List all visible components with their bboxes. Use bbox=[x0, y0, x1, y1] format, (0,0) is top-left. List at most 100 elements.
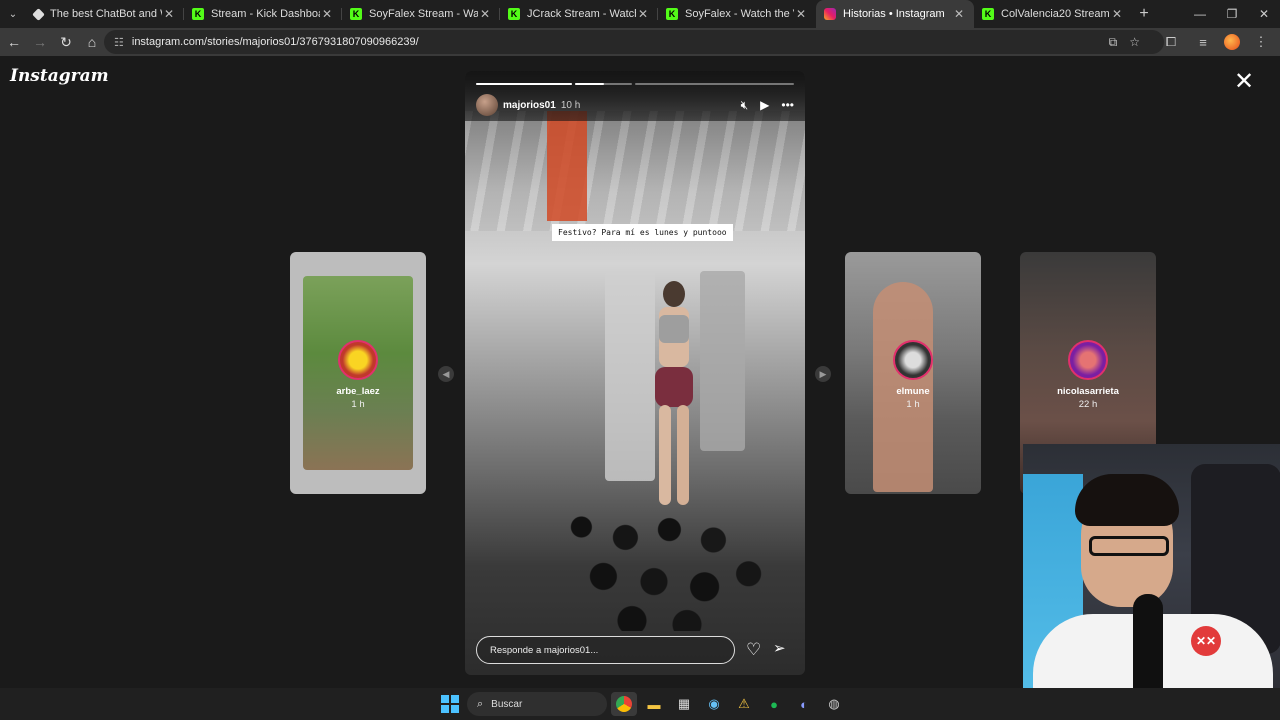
spotify-icon[interactable]: ● bbox=[761, 692, 787, 716]
next-story-icon[interactable]: ▶ bbox=[815, 366, 831, 382]
kick-icon: K bbox=[982, 8, 994, 20]
install-app-icon[interactable]: ⧉ bbox=[1109, 35, 1118, 50]
profile-avatar[interactable] bbox=[1224, 34, 1240, 50]
tab-4[interactable]: K SoyFalex - Watch the VOD on K ✕ bbox=[658, 0, 816, 28]
avatar bbox=[338, 340, 378, 380]
story-image-detail bbox=[700, 271, 745, 451]
side-story-username: nicolasarrieta bbox=[1057, 386, 1119, 397]
discord-icon[interactable]: ◐ bbox=[791, 692, 817, 716]
omnibox-actions: ⧉ ☆ bbox=[1109, 30, 1140, 54]
story-username[interactable]: majorios01 bbox=[503, 100, 556, 111]
close-tab-icon[interactable]: ✕ bbox=[636, 7, 650, 21]
steam-icon[interactable]: ◉ bbox=[701, 692, 727, 716]
toolbar: ← → ↻ ⌂ ☷ instagram.com/stories/majorios… bbox=[0, 28, 1280, 56]
story-progress-fill bbox=[575, 83, 604, 85]
play-icon[interactable]: ▶ bbox=[760, 98, 769, 112]
menu-icon[interactable]: ⋮ bbox=[1250, 34, 1272, 50]
reply-input[interactable]: Responde a majorios01... bbox=[476, 636, 735, 664]
tab-5-active[interactable]: Historias • Instagram ✕ bbox=[816, 0, 974, 28]
tab-title: The best ChatBot and Widgets bbox=[50, 8, 162, 20]
search-icon: ⌕ bbox=[477, 697, 484, 710]
kick-icon: K bbox=[666, 8, 678, 20]
more-options-icon[interactable]: ••• bbox=[781, 98, 794, 112]
taskbar: ⌕ Buscar ▬ ▦ ◉ ⚠ ● ◐ ◍ bbox=[0, 688, 1280, 720]
side-story-arbe-laez[interactable]: arbe_laez 1 h bbox=[290, 252, 426, 494]
story-image-person bbox=[645, 281, 705, 511]
site-info-icon[interactable]: ☷ bbox=[114, 36, 124, 49]
close-tab-icon[interactable]: ✕ bbox=[794, 7, 808, 21]
avatar bbox=[893, 340, 933, 380]
tab-title: JCrack Stream - Watch Live on bbox=[527, 8, 636, 20]
mute-icon[interactable]: 🔇︎ bbox=[741, 98, 749, 113]
story-progress-fill bbox=[476, 83, 572, 85]
tab-title: Historias • Instagram bbox=[843, 8, 945, 20]
story-progress-segment bbox=[635, 83, 794, 85]
toolbar-right: ⧠ ≡ ⋮ bbox=[1160, 30, 1272, 54]
shirt-logo-icon: ✕✕ bbox=[1191, 626, 1221, 656]
minimize-icon[interactable]: — bbox=[1184, 0, 1216, 28]
chrome-icon[interactable] bbox=[611, 692, 637, 716]
file-explorer-icon[interactable]: ▬ bbox=[641, 692, 667, 716]
extensions-icon[interactable]: ⧠ bbox=[1160, 34, 1182, 50]
window-controls: — ❐ ✕ bbox=[1184, 0, 1280, 28]
reload-icon[interactable]: ↻ bbox=[54, 30, 78, 54]
taskbar-search-label: Buscar bbox=[491, 698, 523, 710]
story-progress-segment bbox=[476, 83, 572, 85]
send-icon[interactable]: ➢ bbox=[773, 639, 786, 657]
side-story-elmune[interactable]: elmune 1 h bbox=[845, 252, 981, 494]
tab-0[interactable]: The best ChatBot and Widgets ✕ bbox=[26, 0, 184, 28]
webcam-overlay: ✕✕ bbox=[1023, 444, 1280, 720]
taskbar-center: ⌕ Buscar ▬ ▦ ◉ ⚠ ● ◐ ◍ bbox=[437, 692, 847, 716]
side-story-username: arbe_laez bbox=[336, 386, 380, 397]
avatar bbox=[1068, 340, 1108, 380]
heart-icon[interactable]: ♡ bbox=[746, 640, 761, 660]
app-icon[interactable]: ◍ bbox=[821, 692, 847, 716]
side-story-time: 1 h bbox=[906, 399, 920, 410]
tab-title: ColValencia20 Stream - Watch bbox=[1001, 8, 1110, 20]
story-header: majorios01 10 h 🔇︎ ▶ ••• bbox=[476, 94, 794, 116]
restore-icon[interactable]: ❐ bbox=[1216, 0, 1248, 28]
media-icon[interactable]: ≡ bbox=[1192, 35, 1214, 50]
diamond-icon bbox=[32, 7, 45, 21]
url-text: instagram.com/stories/majorios01/3767931… bbox=[131, 36, 419, 48]
instagram-icon bbox=[824, 8, 836, 20]
tab-title: SoyFalex - Watch the VOD on K bbox=[685, 8, 794, 20]
new-tab-icon[interactable]: + bbox=[1132, 5, 1156, 23]
close-window-icon[interactable]: ✕ bbox=[1248, 0, 1280, 28]
home-icon[interactable]: ⌂ bbox=[80, 30, 104, 54]
close-tab-icon[interactable]: ✕ bbox=[952, 7, 966, 21]
windows-start-icon[interactable] bbox=[441, 695, 459, 713]
address-bar[interactable]: ☷ instagram.com/stories/majorios01/37679… bbox=[104, 30, 1164, 54]
kick-icon: K bbox=[192, 8, 204, 20]
tab-search-icon[interactable]: ⌄ bbox=[0, 0, 26, 28]
close-tab-icon[interactable]: ✕ bbox=[320, 7, 334, 21]
close-stories-icon[interactable]: ✕ bbox=[1234, 70, 1254, 94]
tab-6[interactable]: K ColValencia20 Stream - Watch ✕ bbox=[974, 0, 1132, 28]
kick-icon: K bbox=[508, 8, 520, 20]
story-progress-segment bbox=[575, 83, 632, 85]
close-tab-icon[interactable]: ✕ bbox=[478, 7, 492, 21]
kick-icon: K bbox=[350, 8, 362, 20]
tab-3[interactable]: K JCrack Stream - Watch Live on ✕ bbox=[500, 0, 658, 28]
forward-icon[interactable]: → bbox=[28, 30, 52, 54]
active-story[interactable]: majorios01 10 h 🔇︎ ▶ ••• Festivo? Para m… bbox=[465, 71, 805, 675]
taskbar-search[interactable]: ⌕ Buscar bbox=[467, 692, 607, 716]
avatar[interactable] bbox=[476, 94, 498, 116]
instagram-logo[interactable]: Instagram bbox=[10, 66, 109, 86]
tab-1[interactable]: K Stream - Kick Dashboard ✕ bbox=[184, 0, 342, 28]
store-icon[interactable]: ▦ bbox=[671, 692, 697, 716]
previous-story-icon[interactable]: ◀ bbox=[438, 366, 454, 382]
side-story-username: elmune bbox=[896, 386, 930, 397]
story-controls: 🔇︎ ▶ ••• bbox=[741, 98, 794, 113]
story-image-detail bbox=[555, 501, 775, 631]
bookmark-star-icon[interactable]: ☆ bbox=[1129, 35, 1140, 49]
back-icon[interactable]: ← bbox=[2, 30, 26, 54]
side-story-time: 22 h bbox=[1078, 399, 1098, 410]
story-image-detail bbox=[547, 111, 587, 221]
close-tab-icon[interactable]: ✕ bbox=[162, 7, 176, 21]
tab-2[interactable]: K SoyFalex Stream - Watch Live o ✕ bbox=[342, 0, 500, 28]
close-tab-icon[interactable]: ✕ bbox=[1110, 7, 1124, 21]
side-story-time: 1 h bbox=[351, 399, 365, 410]
story-time: 10 h bbox=[560, 99, 581, 111]
warning-icon[interactable]: ⚠ bbox=[731, 692, 757, 716]
